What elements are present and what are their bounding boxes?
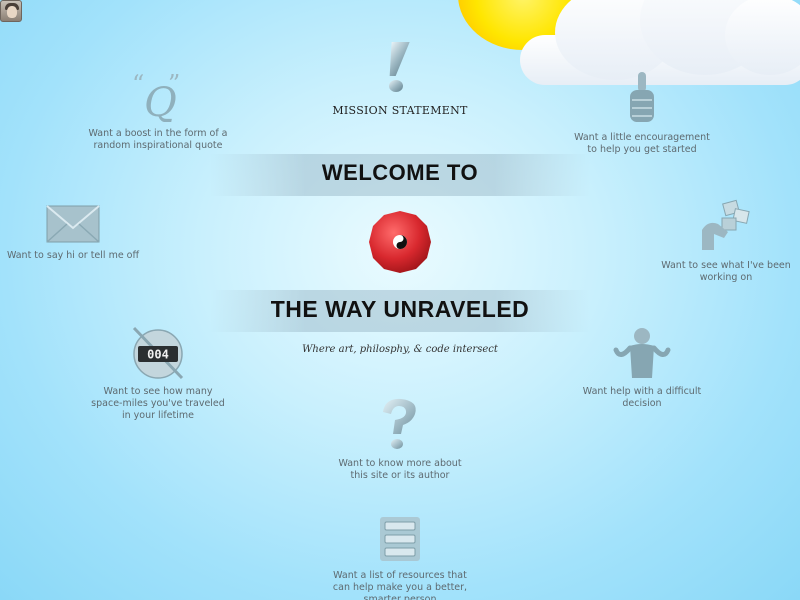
- odometer-icon: 004: [132, 326, 184, 380]
- svg-text:“: “: [132, 70, 144, 98]
- encouragement-label: Want a little encouragement to help you …: [574, 132, 710, 155]
- avatar[interactable]: [0, 0, 22, 22]
- contact-label: Want to say hi or tell me off: [6, 250, 140, 261]
- list-icon: [380, 517, 420, 561]
- question-mark-icon: [383, 398, 416, 449]
- contact-link[interactable]: Want to say hi or tell me off: [3, 204, 143, 262]
- quote-link[interactable]: “ ” Q Want a boost in the form of a rand…: [88, 70, 228, 152]
- decision-link[interactable]: Want help with a difficult decision: [572, 326, 712, 410]
- quote-icon: “ ” Q: [132, 70, 180, 122]
- exclamation-icon: [389, 42, 410, 92]
- mission-statement-label[interactable]: MISSION STATEMENT: [300, 104, 500, 117]
- yin-yang-seal-icon[interactable]: [368, 210, 432, 274]
- about-label: Want to know more about this site or its…: [338, 458, 462, 481]
- page-title-line2: THE WAY UNRAVELED: [270, 296, 530, 322]
- tagline: Where art, philosphy, & code intersect: [302, 344, 498, 355]
- resources-label: Want a list of resources that can help m…: [332, 570, 468, 600]
- resources-link[interactable]: Want a list of resources that can help m…: [330, 514, 470, 600]
- odometer-link[interactable]: 004 Want to see how many space-miles you…: [88, 326, 228, 422]
- odometer-digits: 004: [147, 348, 169, 362]
- svg-text:Q: Q: [144, 80, 177, 122]
- envelope-icon: [46, 205, 100, 243]
- work-label: Want to see what I've been working on: [661, 260, 791, 283]
- thumbs-up-icon: [630, 72, 654, 122]
- page-title-line1: WELCOME TO: [321, 160, 479, 185]
- avatar-face: [7, 6, 17, 18]
- work-link[interactable]: Want to see what I've been working on: [656, 198, 796, 284]
- shrug-icon: [613, 328, 671, 378]
- about-link[interactable]: Want to know more about this site or its…: [330, 396, 470, 482]
- odometer-label: Want to see how many space-miles you've …: [91, 386, 225, 421]
- encouragement-link[interactable]: Want a little encouragement to help you …: [572, 68, 712, 156]
- quote-label: Want a boost in the form of a random ins…: [88, 128, 228, 151]
- hand-gallery-icon: [702, 199, 750, 250]
- mission-statement-link[interactable]: [340, 40, 460, 96]
- decision-label: Want help with a difficult decision: [582, 386, 702, 409]
